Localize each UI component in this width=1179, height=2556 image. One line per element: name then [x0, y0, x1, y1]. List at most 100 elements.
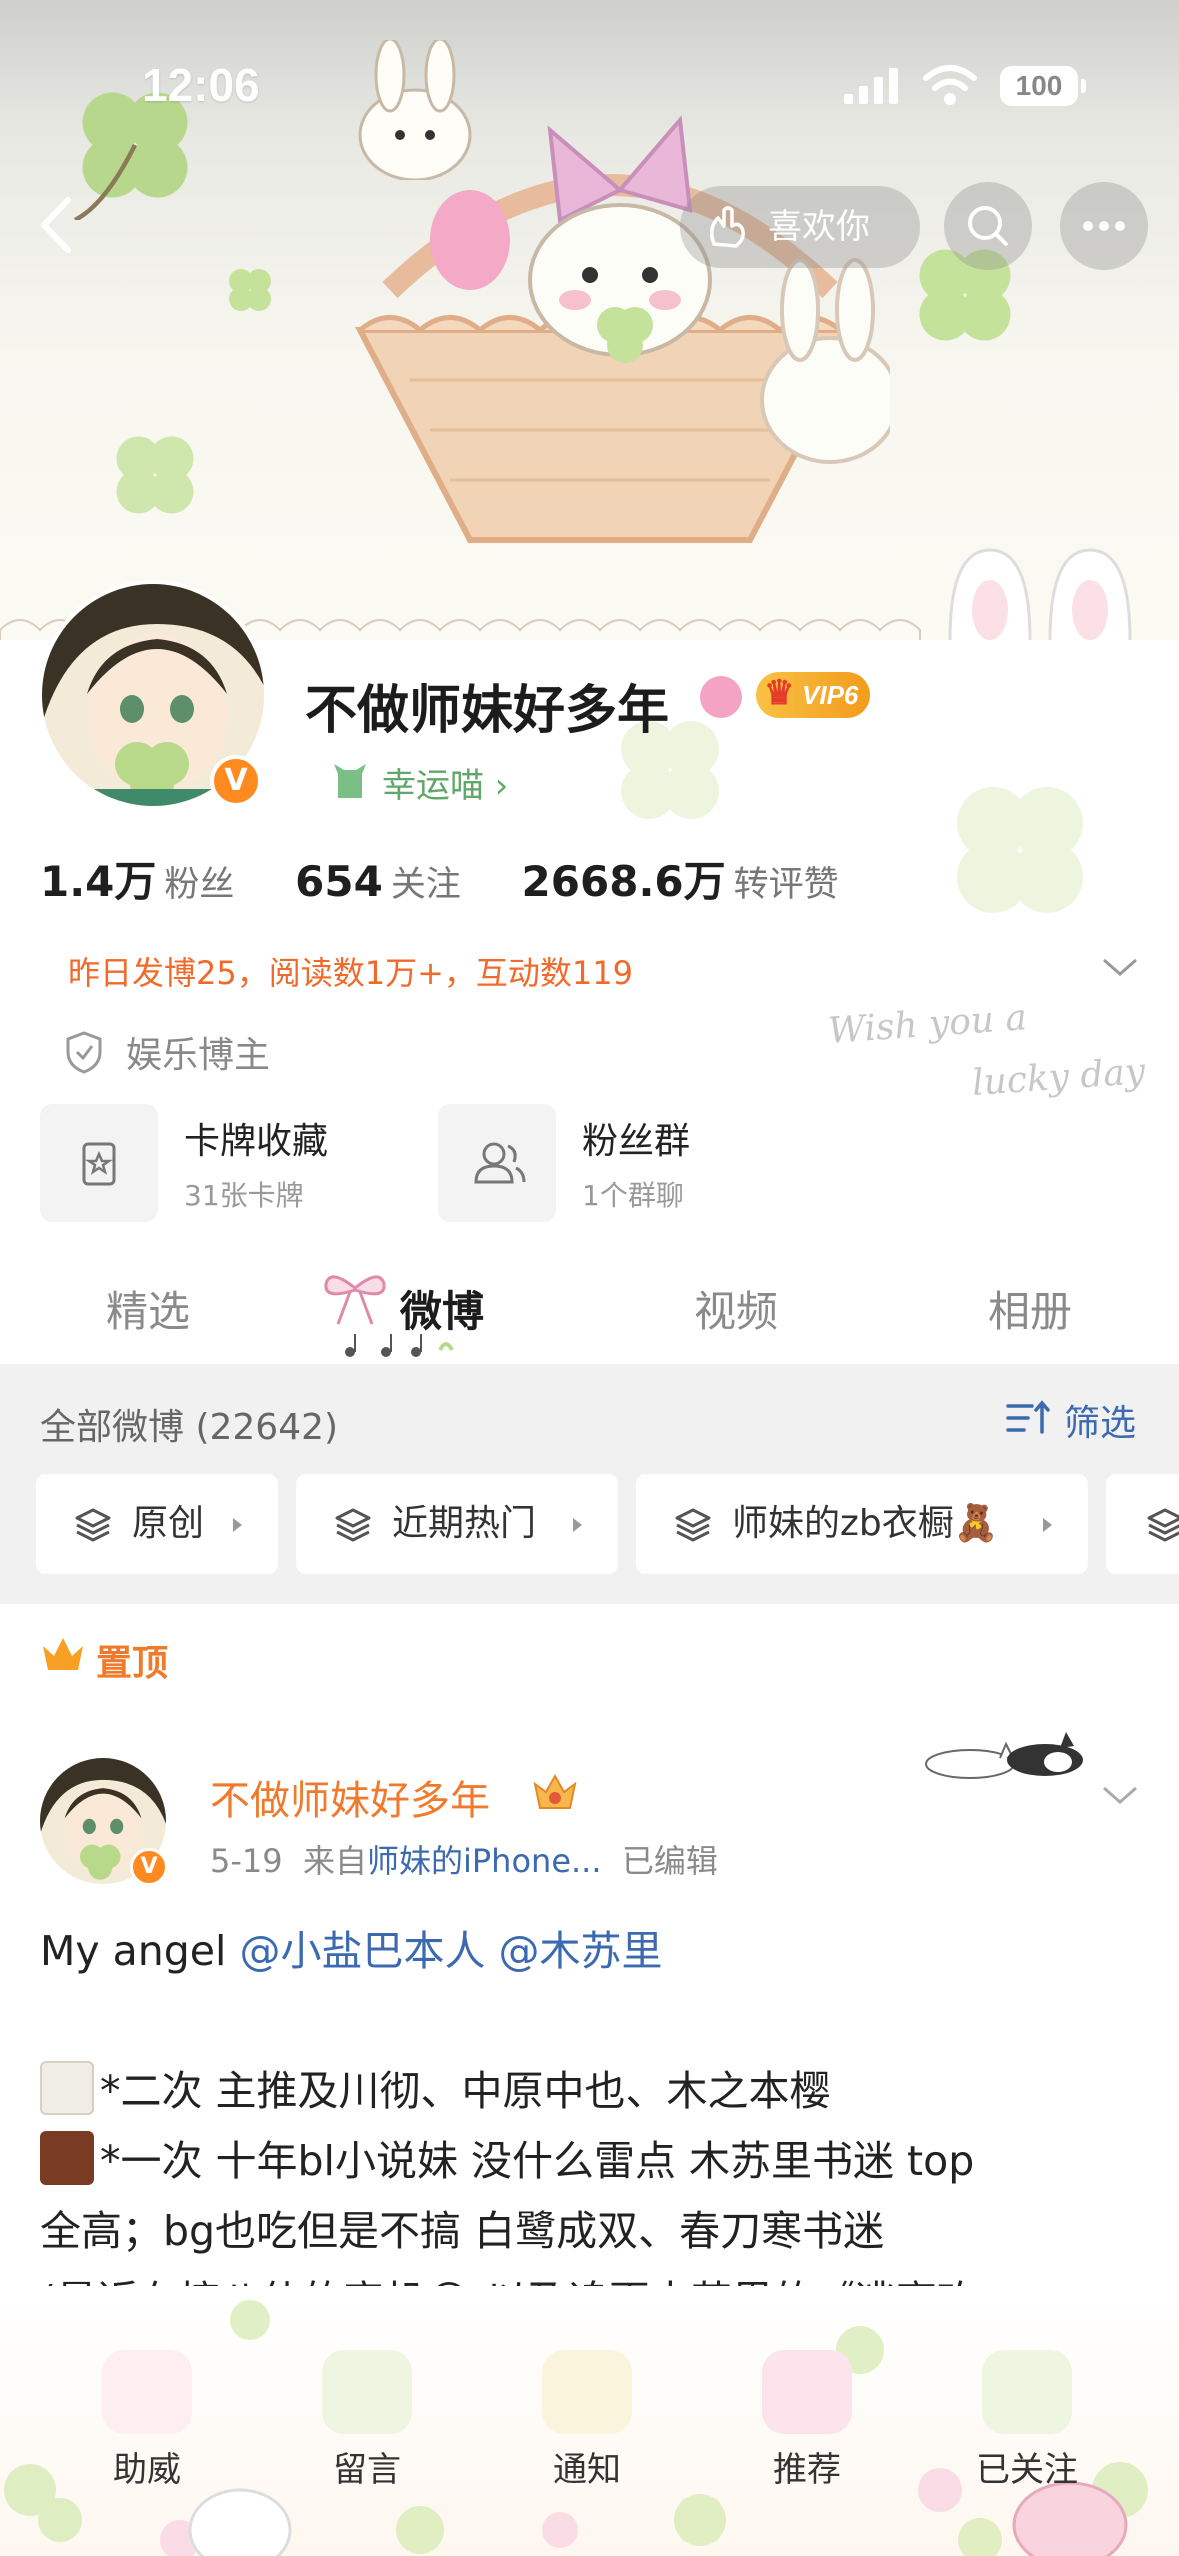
status-bar: 12:06 100 — [0, 0, 1179, 170]
music-notes-icon — [345, 1334, 454, 1357]
layers-icon — [335, 1508, 371, 1542]
stat-interactions-value: 2668.6万 — [521, 857, 726, 906]
clover-decoration — [957, 787, 1083, 913]
chip-wardrobe[interactable]: 师妹的zb衣橱🧸 — [636, 1474, 1088, 1574]
chip-more[interactable] — [1106, 1474, 1179, 1574]
coffee-emoji-icon — [40, 2061, 94, 2115]
post-line-1: My angel @小盐巴本人 @木苏里 — [40, 1916, 1150, 1986]
bottom-message-label: 留言 — [333, 2450, 401, 2490]
stat-interactions[interactable]: 2668.6万 转评赞 — [522, 848, 839, 909]
pink-tag-icon[interactable] — [700, 676, 742, 718]
post-edited[interactable]: 已编辑 — [622, 1842, 718, 1880]
chevron-down-icon[interactable] — [1100, 952, 1140, 982]
all-weibo-count: 全部微博 (22642) — [40, 1407, 339, 1448]
search-icon — [968, 206, 1008, 246]
bottom-cheer-button[interactable]: 助威 — [72, 2350, 222, 2491]
post-source[interactable]: 师妹的iPhone... — [367, 1842, 602, 1880]
tab-videos[interactable]: 视频 — [656, 1278, 816, 1339]
chip-arrow-icon — [1043, 1518, 1052, 1532]
card-collection-subtitle: 31张卡牌 — [184, 1179, 304, 1212]
yesterday-summary[interactable]: 昨日发博25，阅读数1万+，互动数119 — [68, 948, 633, 994]
following-icon — [982, 2350, 1072, 2434]
more-dots-icon — [1083, 221, 1125, 231]
profile-tabs: 精选 微博 视频 相册 — [0, 1260, 1179, 1360]
more-button[interactable] — [1060, 182, 1148, 270]
stat-fans-label: 粉丝 — [164, 865, 235, 905]
clover-decoration — [229, 269, 271, 311]
profile-stats: 1.4万 粉丝 654 关注 2668.6万 转评赞 — [40, 848, 887, 909]
stat-fans[interactable]: 1.4万 粉丝 — [40, 848, 234, 909]
post-line-3-text: *一次 十年bl小说妹 没什么雷点 木苏里书迷 top — [100, 2137, 975, 2185]
notify-icon — [542, 2350, 632, 2434]
lucky-label: 幸运喵 › — [382, 766, 509, 806]
bottom-message-button[interactable]: 留言 — [292, 2350, 442, 2491]
layers-icon — [1147, 1508, 1179, 1542]
bottom-recommend-label: 推荐 — [773, 2450, 841, 2490]
chip-wardrobe-label: 师妹的zb衣橱🧸 — [732, 1503, 999, 1544]
pink-bow-icon — [324, 1275, 386, 1325]
fan-group-entry[interactable]: 粉丝群 1个群聊 — [438, 1104, 778, 1222]
tab-albums[interactable]: 相册 — [950, 1278, 1110, 1339]
tab-featured[interactable]: 精选 — [68, 1278, 228, 1339]
fan-group-title: 粉丝群 — [582, 1121, 691, 1162]
recommend-icon — [762, 2350, 852, 2434]
battery-indicator: 100 — [1000, 66, 1086, 106]
mention-link[interactable]: @木苏里 — [499, 1927, 663, 1975]
post-line-5: (最近在搞八仙的官机😂 以及追更木苏里的《逃离玫 — [40, 2266, 1150, 2286]
like-you-label: 喜欢你 — [768, 207, 870, 247]
role-label: 娱乐博主 — [126, 1035, 271, 1076]
like-you-button[interactable]: 喜欢你 — [680, 186, 920, 268]
bottom-notify-button[interactable]: 通知 — [512, 2350, 662, 2491]
feed-filter-area: 全部微博 (22642) 筛选 原创 近期热门 师妹的zb衣橱🧸 — [0, 1364, 1179, 1604]
post-line-2-text: *二次 主推及川彻、中原中也、木之本樱 — [100, 2067, 831, 2115]
chip-arrow-icon — [233, 1518, 242, 1532]
cheer-icon — [102, 2350, 192, 2434]
mention-link[interactable]: @小盐巴本人 — [239, 1927, 485, 1975]
bottom-recommend-button[interactable]: 推荐 — [732, 2350, 882, 2491]
filter-button[interactable]: 筛选 — [1006, 1394, 1136, 1446]
filter-label: 筛选 — [1064, 1403, 1137, 1444]
post-date: 5-19 — [210, 1842, 283, 1880]
search-button[interactable] — [944, 182, 1032, 270]
chip-arrow-icon — [573, 1518, 582, 1532]
chevron-left-icon — [41, 197, 71, 253]
fan-group-icon — [438, 1104, 556, 1222]
post-chevron-down-icon[interactable] — [1100, 1780, 1140, 1810]
stat-fans-value: 1.4万 — [40, 857, 157, 906]
vip-badge[interactable]: VIP6 — [756, 670, 870, 718]
chip-original-label: 原创 — [132, 1503, 205, 1544]
post-line-1-text: My angel — [40, 1927, 240, 1975]
stat-following[interactable]: 654 关注 — [295, 856, 461, 907]
chip-recent-hot[interactable]: 近期热门 — [296, 1474, 618, 1574]
clover-decoration — [116, 436, 194, 514]
fan-group-subtitle: 1个群聊 — [582, 1179, 684, 1212]
banner-script-text: Wish you a lucky day — [826, 979, 1147, 1125]
verified-badge: V — [210, 755, 262, 807]
back-button[interactable] — [28, 190, 88, 260]
lucky-link[interactable]: 幸运喵 › — [330, 758, 508, 807]
role-tag[interactable]: 娱乐博主 — [64, 1026, 270, 1078]
post-verified-badge: V — [130, 1848, 168, 1886]
post-line-4: 全高；bg也吃但是不搞 白鹭成双、春刀寒书迷 — [40, 2207, 885, 2255]
crown-icon — [43, 1638, 83, 1670]
stat-following-label: 关注 — [390, 865, 461, 905]
layers-icon — [75, 1508, 111, 1542]
post-meta: 5-19 来自师妹的iPhone... 已编辑 — [210, 1836, 718, 1882]
pinned-label: 置顶 — [40, 1634, 168, 1686]
card-collection-entry[interactable]: 卡牌收藏 31张卡牌 — [40, 1104, 400, 1222]
chip-recent-hot-label: 近期热门 — [392, 1503, 537, 1544]
post-author-name[interactable]: 不做师妹好多年 — [210, 1768, 490, 1826]
filter-icon — [1006, 1400, 1050, 1434]
hand-like-icon — [710, 206, 745, 248]
post-line-2: *二次 主推及川彻、中原中也、木之本樱 — [40, 2056, 1150, 2126]
wifi-icon — [923, 65, 977, 105]
iced-drink-emoji-icon — [40, 2131, 94, 2185]
bottom-following-button[interactable]: 已关注 — [952, 2350, 1102, 2491]
pinned-text: 置顶 — [96, 1643, 169, 1684]
chip-original[interactable]: 原创 — [36, 1474, 278, 1574]
bottom-cheer-label: 助威 — [113, 2450, 181, 2490]
vip-crown-icon — [533, 1773, 577, 1809]
post-from-prefix: 来自 — [302, 1842, 367, 1880]
stat-interactions-label: 转评赞 — [733, 865, 839, 905]
post-blank-line — [40, 1986, 1150, 2056]
